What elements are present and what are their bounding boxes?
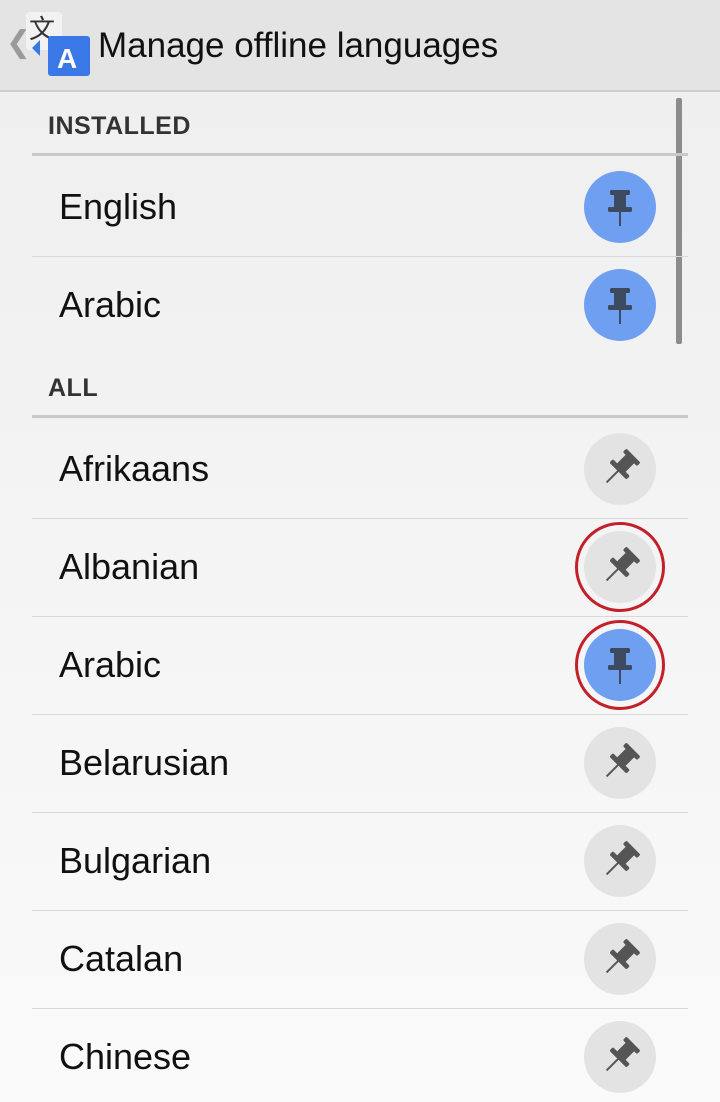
action-bar: ❮ 文 A Manage offline languages: [0, 0, 720, 92]
pin-button[interactable]: [584, 433, 656, 505]
language-label: Arabic: [59, 284, 162, 325]
pin-icon: [605, 841, 640, 876]
section-header-label: INSTALLED: [48, 112, 191, 140]
pin-icon: [605, 939, 640, 974]
pin-button[interactable]: [584, 1021, 656, 1093]
language-row-albanian[interactable]: Albanian: [32, 519, 688, 617]
language-row-chinese[interactable]: Chinese: [32, 1009, 688, 1102]
language-label: Bulgarian: [59, 840, 212, 881]
section-header-all: ALL: [32, 356, 688, 418]
translate-icon[interactable]: 文 A: [26, 12, 92, 78]
pin-button[interactable]: [575, 620, 665, 710]
language-label: Catalan: [59, 938, 184, 979]
language-label: Afrikaans: [59, 448, 210, 489]
language-row-afrikaans[interactable]: Afrikaans: [32, 421, 688, 519]
language-label: Albanian: [59, 546, 200, 587]
pin-button[interactable]: [584, 171, 656, 243]
language-label: Arabic: [59, 644, 162, 685]
section-header-label: ALL: [48, 374, 99, 402]
app-icon-glyph-a: A: [57, 43, 77, 74]
pin-button[interactable]: [584, 269, 656, 341]
section-header-installed: INSTALLED: [32, 96, 688, 156]
language-row-arabic[interactable]: Arabic: [32, 257, 688, 355]
pin-button[interactable]: [575, 522, 665, 612]
pin-button[interactable]: [584, 727, 656, 799]
language-row-catalan[interactable]: Catalan: [32, 911, 688, 1009]
pin-icon: [605, 1037, 640, 1072]
pin-button[interactable]: [584, 923, 656, 995]
page-title: Manage offline languages: [98, 26, 499, 65]
language-label: Chinese: [59, 1036, 192, 1077]
pin-icon: [608, 288, 632, 324]
language-row-bulgarian[interactable]: Bulgarian: [32, 813, 688, 911]
language-row-belarusian[interactable]: Belarusian: [32, 715, 688, 813]
pin-icon: [605, 743, 640, 778]
pin-icon: [605, 547, 640, 582]
language-row-arabic-all[interactable]: Arabic: [32, 617, 688, 715]
language-label: Belarusian: [59, 742, 230, 783]
pin-icon: [608, 648, 632, 684]
language-row-english[interactable]: English: [32, 159, 688, 257]
pin-icon: [608, 190, 632, 226]
pin-button[interactable]: [584, 825, 656, 897]
language-label: English: [59, 186, 178, 227]
pin-icon: [605, 449, 640, 484]
